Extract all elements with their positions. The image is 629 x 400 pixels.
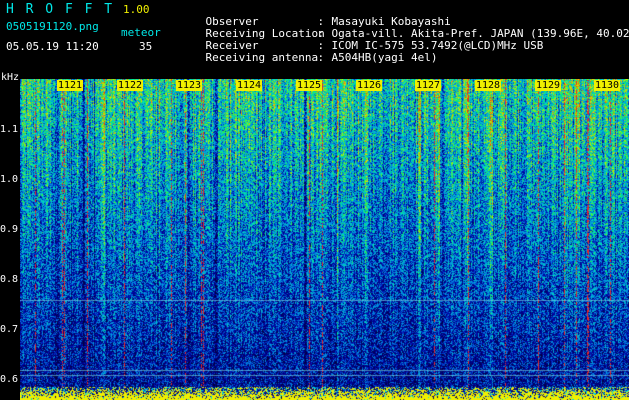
axis-unit-label: kHz <box>1 72 20 83</box>
minute-marker: 1123 <box>176 80 203 91</box>
mode-label: meteor <box>121 26 161 39</box>
minute-marker: 1125 <box>296 80 323 91</box>
spectrogram-canvas <box>20 79 629 400</box>
y-tick-label: 1.0 <box>0 174 19 185</box>
timestamp-label: 05.05.19 11:20 <box>6 40 99 53</box>
y-tick-label: 0.9 <box>0 224 19 235</box>
minute-marker: 1127 <box>415 80 442 91</box>
info-row-antenna: Receiving antenna: A504HB(yagi 4el) <box>205 51 438 64</box>
minute-marker: 1121 <box>57 80 84 91</box>
y-tick-label: 0.6 <box>0 374 19 385</box>
y-tick-label: 0.7 <box>0 324 19 335</box>
y-tick-label: 1.1 <box>0 124 19 135</box>
minute-marker: 1126 <box>356 80 383 91</box>
info-value: A504HB(yagi 4el) <box>331 51 438 64</box>
minute-marker: 1122 <box>117 80 144 91</box>
minute-marker: 1130 <box>594 80 621 91</box>
info-key: Receiving antenna <box>205 51 319 64</box>
app-version: 1.00 <box>123 3 150 16</box>
filename-label: 0505191120.png <box>6 20 99 33</box>
minute-marker: 1129 <box>535 80 562 91</box>
minute-marker: 1128 <box>475 80 502 91</box>
minute-marker: 1124 <box>236 80 263 91</box>
y-tick-label: 0.8 <box>0 274 19 285</box>
app-title: H R O F F T <box>6 2 115 17</box>
count-label: 35 <box>139 40 153 53</box>
